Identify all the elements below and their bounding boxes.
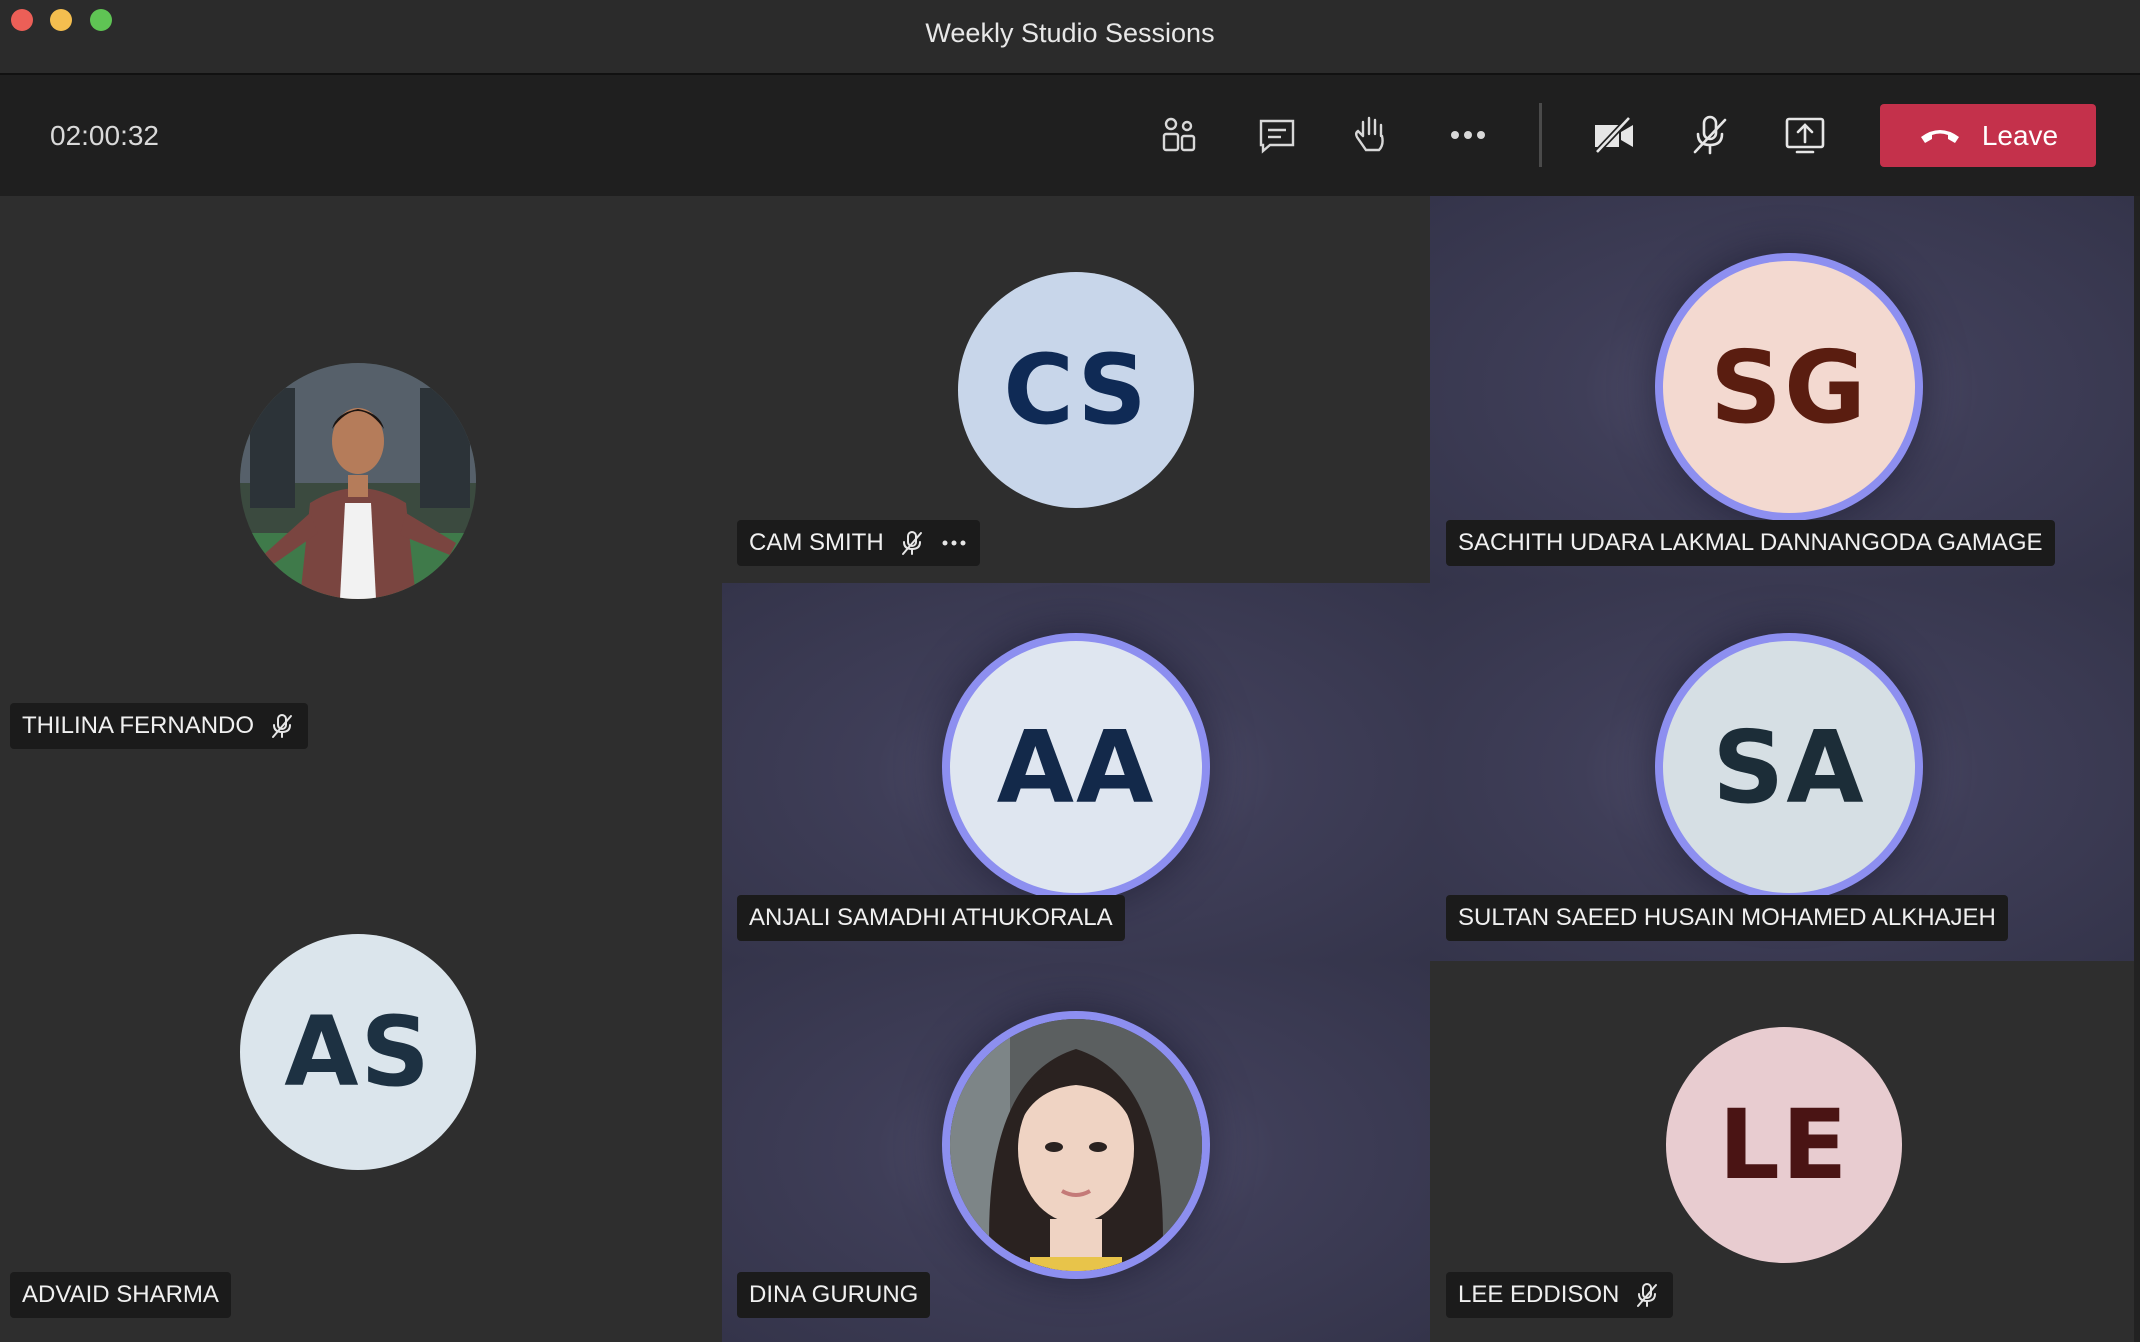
avatar-initials: CS [1003, 334, 1149, 446]
participant-tile[interactable]: SG SACHITH UDARA LAKMAL DANNANGODA GAMAG… [1430, 196, 2134, 583]
chat-button[interactable] [1247, 105, 1307, 165]
participant-name-label: ANJALI SAMADHI ATHUKORALA [737, 895, 1125, 941]
participant-name-label: SULTAN SAEED HUSAIN MOHAMED ALKHAJEH [1446, 895, 2008, 941]
participant-name: ANJALI SAMADHI ATHUKORALA [749, 904, 1113, 931]
mic-off-icon [1693, 115, 1727, 155]
leave-button[interactable]: Leave [1880, 104, 2096, 167]
camera-toggle-button[interactable] [1584, 105, 1644, 165]
participant-name: DINA GURUNG [749, 1281, 919, 1308]
participant-tile[interactable]: DINA GURUNG [722, 961, 1430, 1342]
participant-tile[interactable]: CS CAM SMITH [722, 196, 1430, 583]
participant-tile[interactable]: SA SULTAN SAEED HUSAIN MOHAMED ALKHAJEH [1430, 583, 2134, 961]
participant-grid: THILINA FERNANDO CS CAM SMITH SG SACHITH… [0, 196, 2140, 1342]
hand-icon [1355, 116, 1384, 152]
participant-name: THILINA FERNANDO [22, 712, 255, 739]
mic-off-icon [1637, 1283, 1658, 1307]
camera-off-icon [1594, 115, 1633, 155]
participant-name-label: THILINA FERNANDO [10, 703, 309, 749]
avatar-initials: SG [1709, 328, 1869, 446]
more-options-button[interactable] [1438, 105, 1498, 165]
window-edge [2134, 196, 2140, 1342]
participant-avatar: AS [240, 934, 476, 1170]
participant-name: SACHITH UDARA LAKMAL DANNANGODA GAMAGE [1458, 529, 2043, 556]
meeting-toolbar: 02:00:32 Leave [0, 75, 2140, 195]
window-titlebar: Weekly Studio Sessions [0, 0, 2140, 75]
avatar-initials: LE [1718, 1089, 1850, 1201]
raise-hand-button[interactable] [1341, 105, 1401, 165]
avatar-initials: AA [996, 708, 1156, 826]
participant-name: ADVAID SHARMA [22, 1281, 219, 1308]
share-screen-icon [1785, 117, 1825, 154]
toolbar-divider [1539, 103, 1542, 167]
leave-label: Leave [1981, 119, 2059, 151]
participant-name: SULTAN SAEED HUSAIN MOHAMED ALKHAJEH [1458, 904, 1996, 931]
chat-icon [1259, 119, 1295, 154]
avatar-initials: SA [1712, 708, 1866, 826]
participant-photo [950, 1019, 1202, 1271]
participant-name-label: LEE EDDISON [1446, 1272, 1674, 1318]
more-icon[interactable] [940, 529, 968, 557]
participant-name-label: ADVAID SHARMA [10, 1272, 231, 1318]
mic-off-icon [901, 531, 922, 555]
participants-button[interactable] [1149, 105, 1209, 165]
participant-tile[interactable]: AS ADVAID SHARMA [0, 767, 722, 1342]
participant-avatar: SG [1663, 261, 1915, 513]
participant-name-label: SACHITH UDARA LAKMAL DANNANGODA GAMAGE [1446, 520, 2055, 566]
participant-avatar: SA [1663, 641, 1915, 893]
participant-name-label: CAM SMITH [737, 520, 980, 566]
more-icon [1451, 131, 1485, 139]
participant-name-label: DINA GURUNG [737, 1272, 931, 1318]
call-timer: 02:00:32 [50, 120, 159, 151]
mic-off-icon [272, 714, 293, 738]
avatar-initials: AS [284, 996, 432, 1108]
share-screen-button[interactable] [1775, 105, 1835, 165]
participant-name: CAM SMITH [749, 529, 884, 556]
participant-avatar: AA [950, 641, 1202, 893]
participant-avatar: CS [958, 272, 1194, 508]
participant-avatar: LE [1666, 1027, 1902, 1263]
participant-tile[interactable]: AA ANJALI SAMADHI ATHUKORALA [722, 583, 1430, 961]
participant-photo [240, 363, 476, 599]
window-title: Weekly Studio Sessions [925, 18, 1215, 48]
mic-toggle-button[interactable] [1680, 105, 1740, 165]
participant-name: LEE EDDISON [1458, 1281, 1620, 1308]
participant-tile[interactable]: LE LEE EDDISON [1430, 961, 2134, 1342]
people-icon [1162, 117, 1196, 152]
participant-tile[interactable]: THILINA FERNANDO [0, 196, 722, 767]
phone-hangup-icon [1920, 129, 1959, 143]
